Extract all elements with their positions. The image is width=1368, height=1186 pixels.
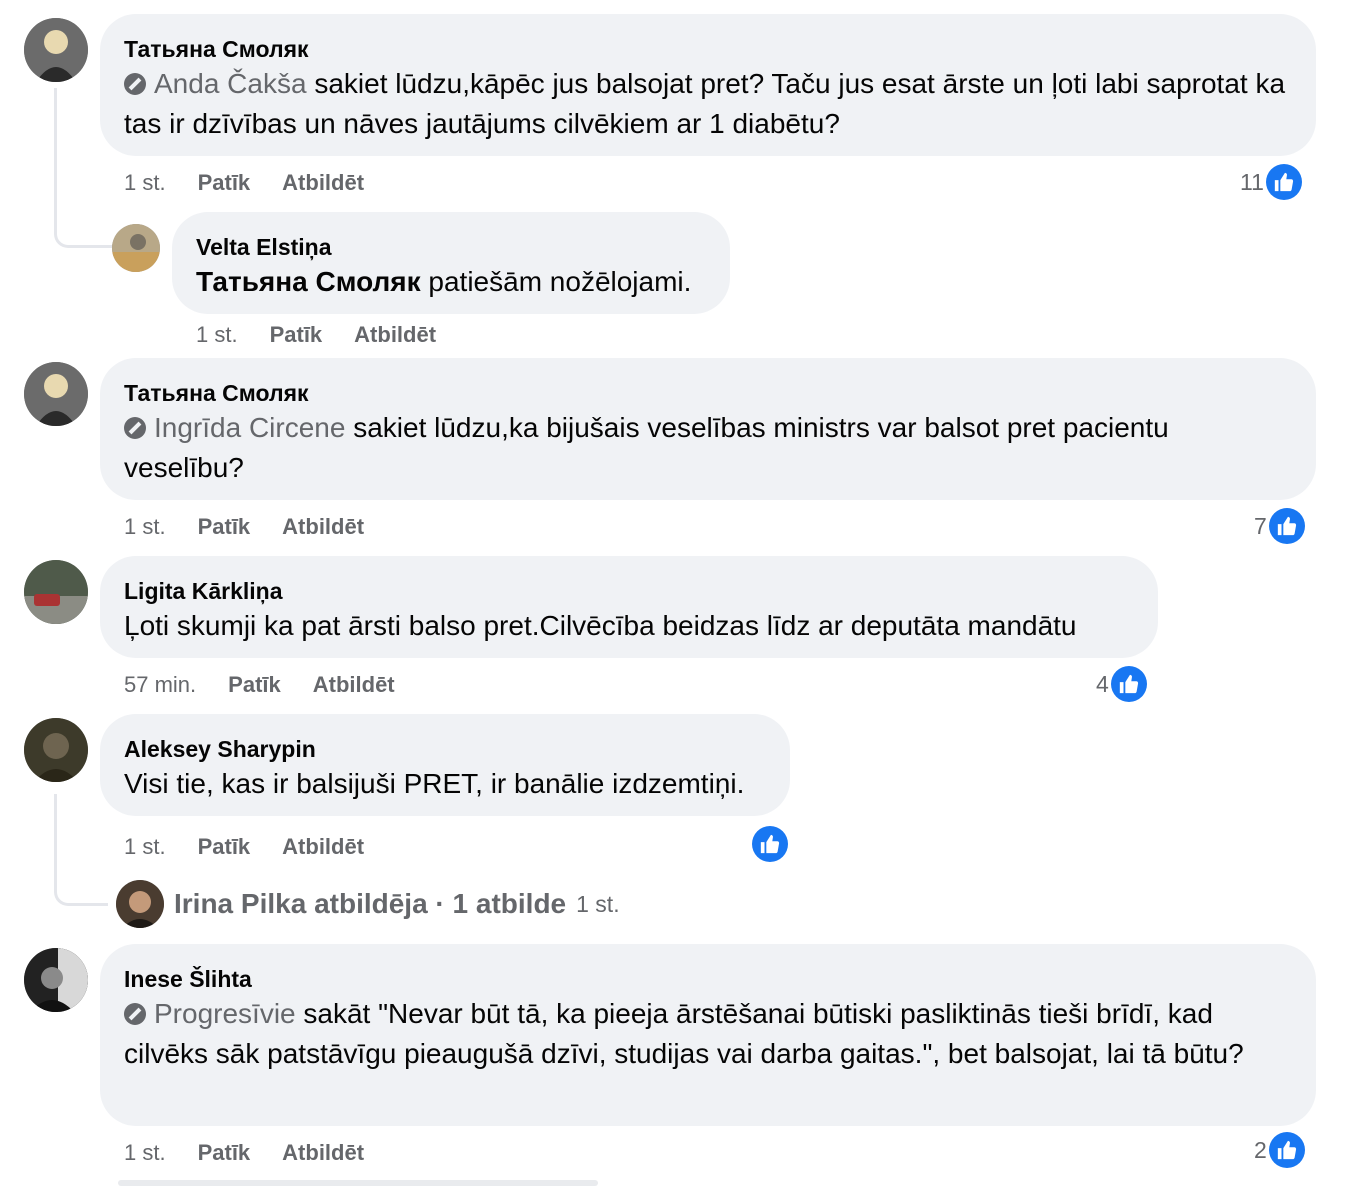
comment-author[interactable]: Татьяна Смоляк <box>124 378 1292 408</box>
comment-time[interactable]: 1 st. <box>124 1140 166 1166</box>
comment-bubble: Татьяна Смоляк Ingrīda Circene sakiet lū… <box>100 358 1316 500</box>
comment-actions: 1 st. Patīk Atbildēt <box>124 1140 364 1166</box>
comment-author[interactable]: Ligita Kārkliņa <box>124 576 1134 606</box>
comment-actions: 1 st. Patīk Atbildēt <box>124 514 364 540</box>
comment-author[interactable]: Aleksey Sharypin <box>124 734 766 764</box>
comment-text: Татьяна Смоляк patiešām nožēlojami. <box>196 266 692 297</box>
comment-time[interactable]: 1 st. <box>124 514 166 540</box>
reply-button[interactable]: Atbildēt <box>313 672 395 698</box>
replies-summary-text[interactable]: Irina Pilka atbildēja · 1 atbilde <box>174 888 566 920</box>
comment-text: Progresīvie sakāt "Nevar būt tā, ka piee… <box>124 998 1244 1069</box>
avatar[interactable] <box>112 224 160 272</box>
comment-author[interactable]: Татьяна Смоляк <box>124 34 1292 64</box>
comment-time[interactable]: 1 st. <box>124 170 166 196</box>
view-replies-link[interactable]: Irina Pilka atbildēja · 1 atbilde 1 st. <box>116 880 620 928</box>
reply-button[interactable]: Atbildēt <box>282 170 364 196</box>
mention-link[interactable]: Татьяна Смоляк <box>196 266 421 297</box>
avatar[interactable] <box>24 362 88 426</box>
comment-author[interactable]: Inese Šlihta <box>124 964 1292 994</box>
reply-button[interactable]: Atbildēt <box>282 514 364 540</box>
comment-time[interactable]: 1 st. <box>124 834 166 860</box>
tag-icon <box>124 1003 146 1025</box>
comment-actions: 1 st. Patīk Atbildēt <box>124 170 364 196</box>
mention-link[interactable]: Ingrīda Circene <box>124 412 345 443</box>
reply-button[interactable]: Atbildēt <box>354 322 436 348</box>
comment-bubble: Ligita Kārkliņa Ļoti skumji ka pat ārsti… <box>100 556 1158 658</box>
comment-actions: 57 min. Patīk Atbildēt <box>124 672 395 698</box>
like-button[interactable]: Patīk <box>270 322 323 348</box>
reaction-number: 2 <box>1254 1136 1267 1163</box>
reaction-number: 11 <box>1240 168 1264 195</box>
comment-actions: 1 st. Patīk Atbildēt <box>124 834 364 860</box>
reaction-number: 7 <box>1254 512 1267 539</box>
like-button[interactable]: Patīk <box>198 1140 251 1166</box>
comment-actions: 1 st. Patīk Atbildēt <box>196 322 436 348</box>
avatar[interactable] <box>24 718 88 782</box>
like-icon <box>1265 164 1302 200</box>
avatar <box>116 880 164 928</box>
avatar[interactable] <box>24 560 88 624</box>
avatar[interactable] <box>24 948 88 1012</box>
reaction-count[interactable]: 11 <box>1240 164 1302 200</box>
reaction-count[interactable]: 2 <box>1254 1132 1305 1168</box>
like-icon <box>1268 1132 1305 1168</box>
reaction-number: 4 <box>1096 670 1109 697</box>
reaction-count[interactable] <box>752 826 788 862</box>
mention-link[interactable]: Progresīvie <box>124 998 296 1029</box>
like-icon <box>1110 666 1147 702</box>
comment-text: Visi tie, kas ir balsijuši PRET, ir banā… <box>124 768 745 799</box>
like-icon <box>1268 508 1305 544</box>
mention-link[interactable]: Anda Čakša <box>124 68 307 99</box>
comment-time[interactable]: 1 st. <box>196 322 238 348</box>
like-button[interactable]: Patīk <box>198 834 251 860</box>
reaction-count[interactable]: 7 <box>1254 508 1305 544</box>
replies-summary-time: 1 st. <box>576 890 620 917</box>
tag-icon <box>124 417 146 439</box>
comment-bubble: Inese Šlihta Progresīvie sakāt "Nevar bū… <box>100 944 1316 1126</box>
reaction-count[interactable]: 4 <box>1096 666 1147 702</box>
comment-bubble: Aleksey Sharypin Visi tie, kas ir balsij… <box>100 714 790 816</box>
like-button[interactable]: Patīk <box>198 514 251 540</box>
thread-connector <box>54 794 108 906</box>
divider <box>118 1180 598 1186</box>
avatar[interactable] <box>24 18 88 82</box>
like-button[interactable]: Patīk <box>228 672 281 698</box>
tag-icon <box>124 73 146 95</box>
comment-text: Anda Čakša sakiet lūdzu,kāpēc jus balsoj… <box>124 68 1286 139</box>
comment-bubble: Velta Elstiņa Татьяна Смоляк patiešām no… <box>172 212 730 314</box>
like-icon <box>752 826 788 862</box>
comment-author[interactable]: Velta Elstiņa <box>196 232 706 262</box>
comment-text: Ļoti skumji ka pat ārsti balso pret.Cilv… <box>124 610 1077 641</box>
reply-button[interactable]: Atbildēt <box>282 834 364 860</box>
comment-time[interactable]: 57 min. <box>124 672 196 698</box>
comment-text: Ingrīda Circene sakiet lūdzu,ka bijušais… <box>124 412 1169 483</box>
comment-bubble: Татьяна Смоляк Anda Čakša sakiet lūdzu,k… <box>100 14 1316 156</box>
reply-button[interactable]: Atbildēt <box>282 1140 364 1166</box>
like-button[interactable]: Patīk <box>198 170 251 196</box>
